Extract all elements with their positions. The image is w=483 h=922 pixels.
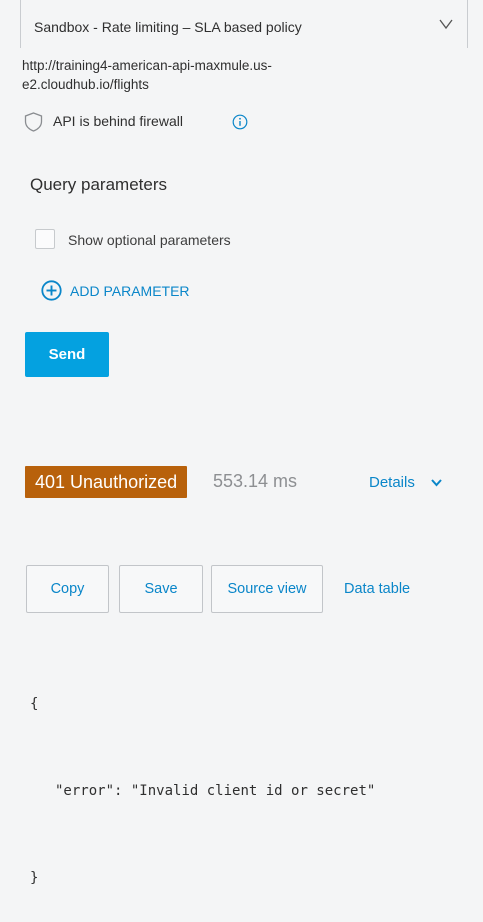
plus-circle-icon <box>41 280 62 301</box>
environment-select[interactable]: Sandbox - Rate limiting – SLA based poli… <box>20 0 468 48</box>
code-brace-open: { <box>30 696 39 712</box>
environment-select-value: Sandbox - Rate limiting – SLA based poli… <box>34 19 302 35</box>
data-table-tab[interactable]: Data table <box>344 581 410 597</box>
details-toggle[interactable]: Details <box>369 474 415 491</box>
endpoint-url: http://training4-american-api-maxmule.us… <box>22 58 272 92</box>
code-line: { <box>30 690 375 719</box>
show-optional-label: Show optional parameters <box>68 232 231 248</box>
code-line: "error": "Invalid client id or secret" <box>30 777 375 806</box>
send-button[interactable]: Send <box>25 332 109 377</box>
copy-button[interactable]: Copy <box>26 565 109 613</box>
shield-icon <box>24 112 43 132</box>
show-optional-checkbox[interactable] <box>35 229 55 249</box>
code-separator: : <box>114 783 131 799</box>
response-time: 553.14 ms <box>213 471 298 491</box>
save-button[interactable]: Save <box>119 565 203 613</box>
code-brace-close: } <box>30 870 39 886</box>
code-value: "Invalid client id or secret" <box>130 783 376 799</box>
code-line: } <box>30 864 375 893</box>
query-parameters-title: Query parameters <box>30 175 167 194</box>
source-view-button[interactable]: Source view <box>211 565 323 613</box>
info-icon[interactable] <box>232 114 248 130</box>
status-badge: 401 Unauthorized <box>25 466 188 498</box>
response-body: { "error": "Invalid client id or secret"… <box>30 632 375 922</box>
chevron-down-icon[interactable] <box>439 16 453 32</box>
add-parameter-label: ADD PARAMETER <box>70 283 190 299</box>
chevron-down-icon[interactable] <box>430 476 443 489</box>
firewall-label: API is behind firewall <box>53 113 183 129</box>
code-key: "error" <box>55 783 115 799</box>
